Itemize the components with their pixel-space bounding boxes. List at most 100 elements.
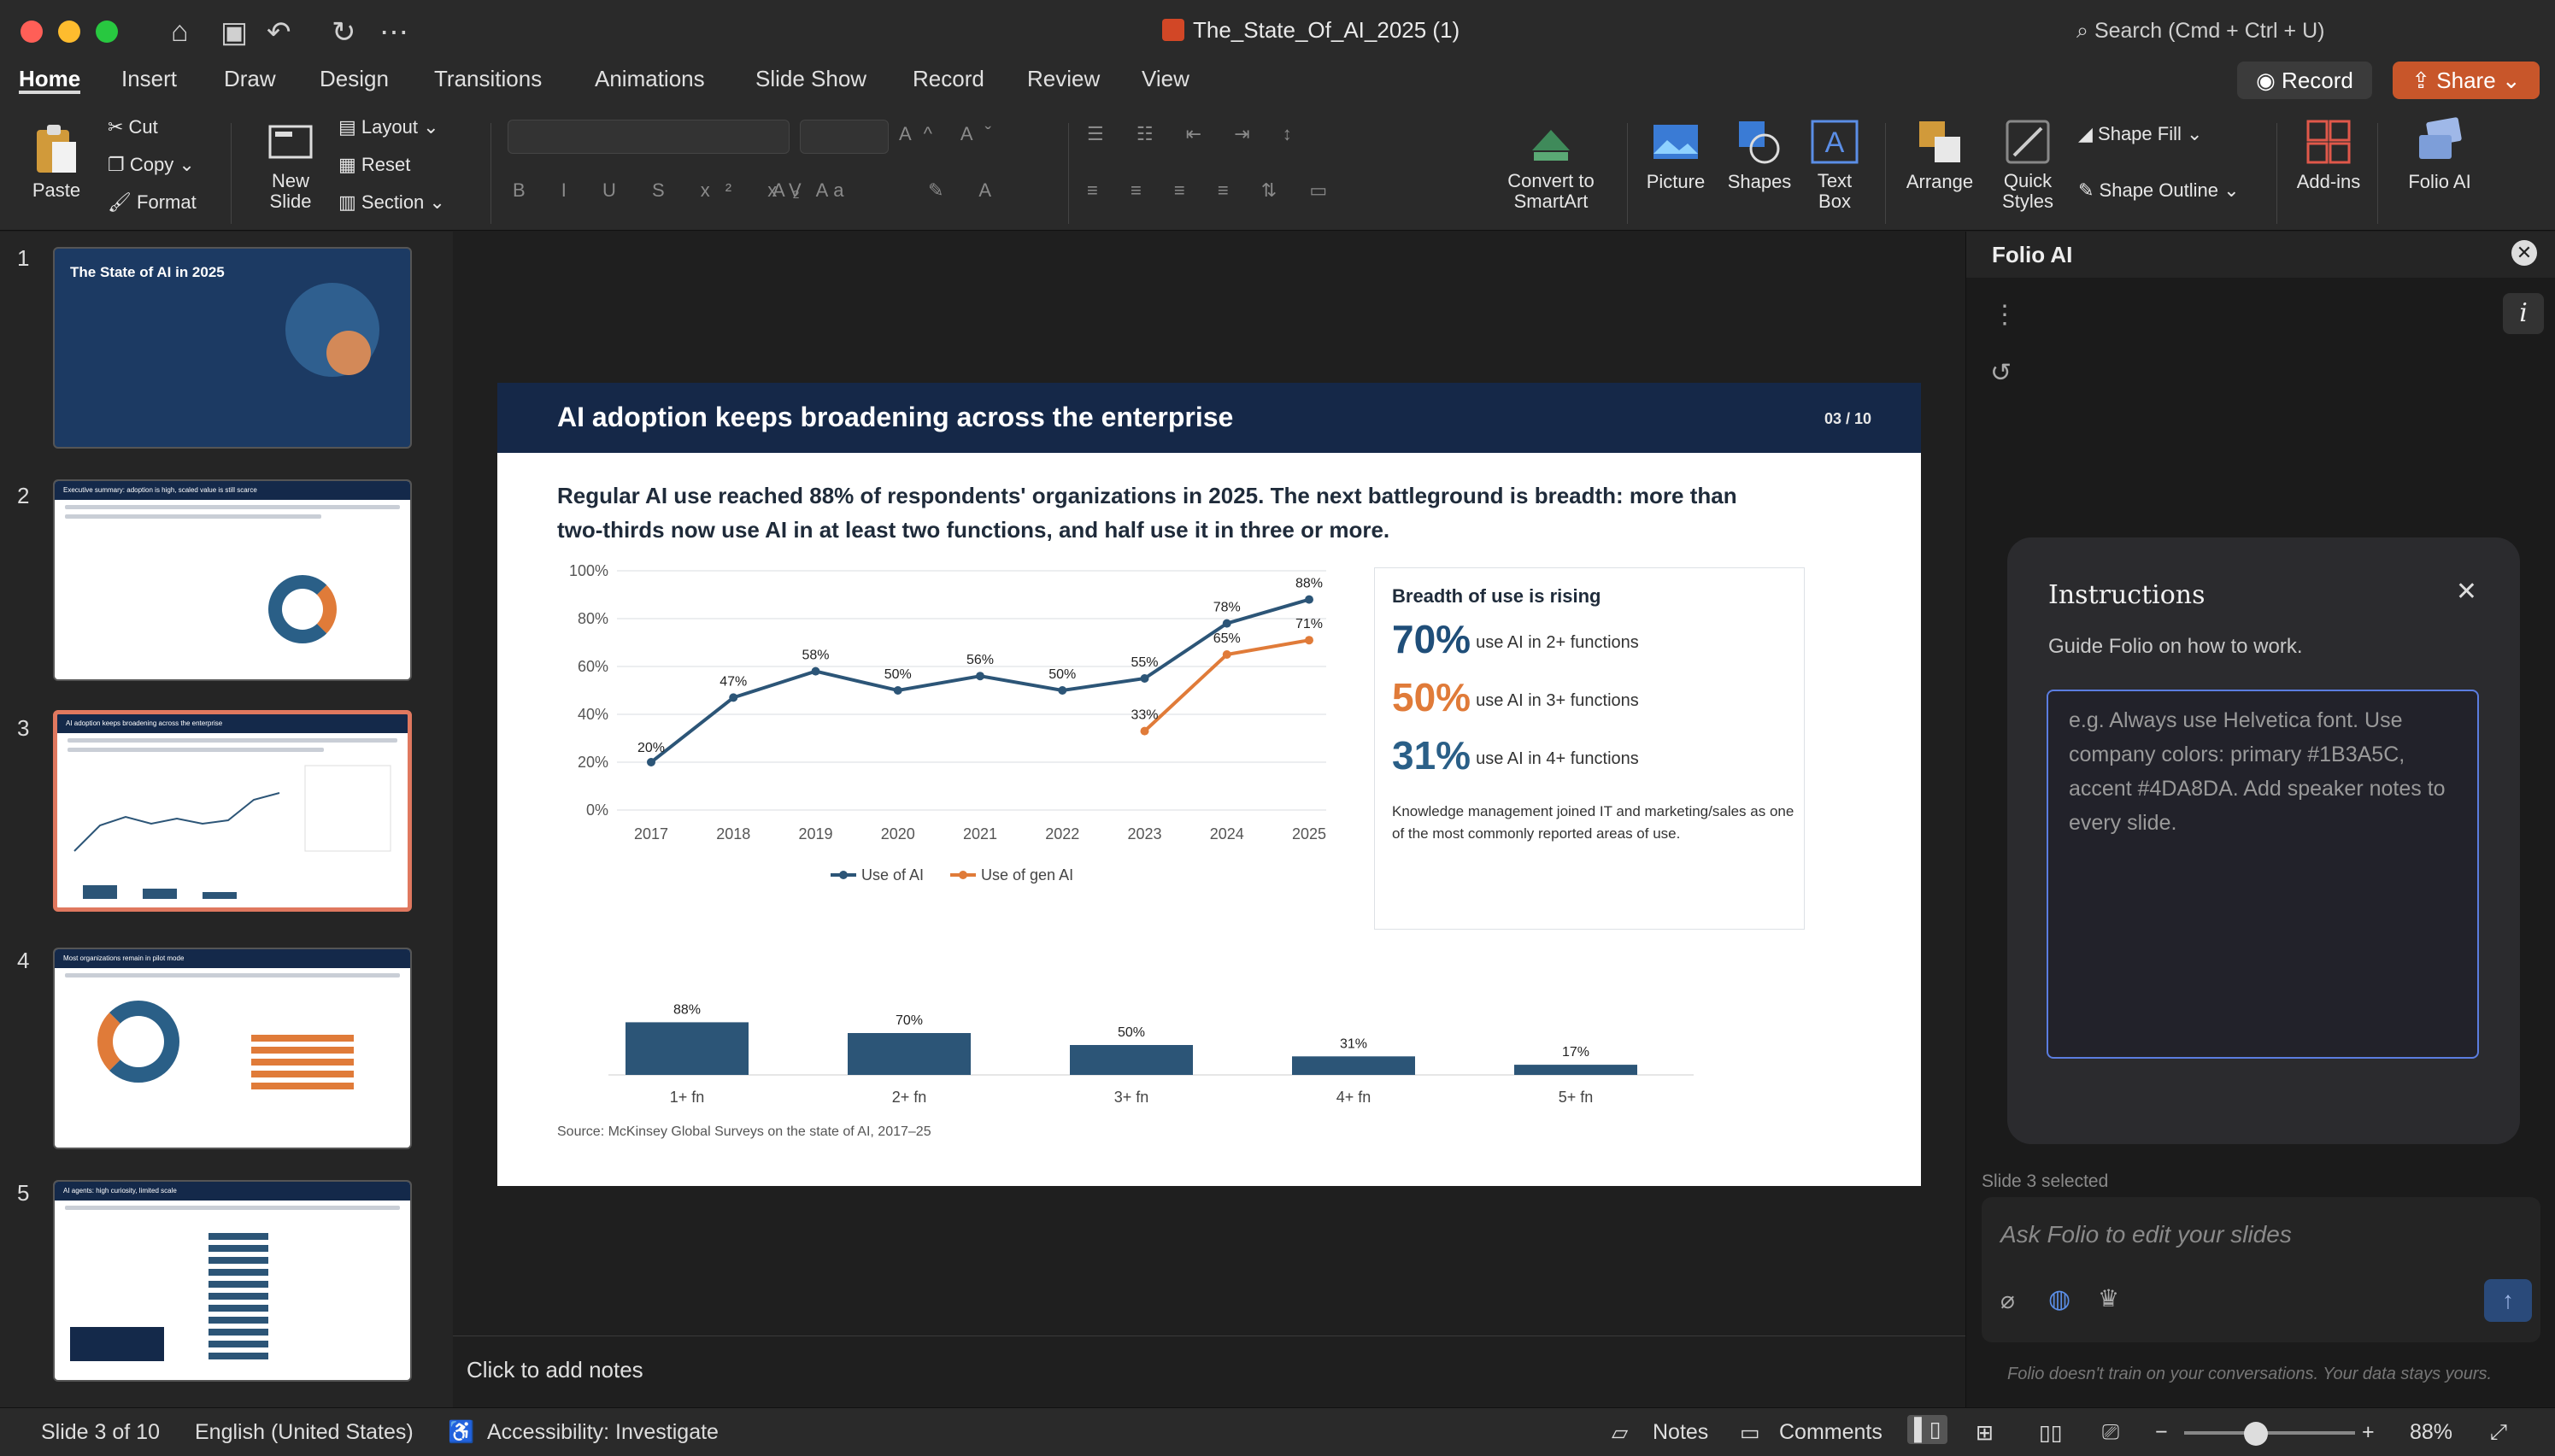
zoom-out-icon[interactable]: − <box>2155 1420 2168 1445</box>
zoom-in-icon[interactable]: + <box>2362 1420 2375 1445</box>
zoom-level[interactable]: 88% <box>2410 1420 2452 1445</box>
history-icon[interactable]: ↺ <box>1990 358 2012 388</box>
section-button[interactable]: ▥ Section ⌄ <box>338 191 445 214</box>
notes-placeholder[interactable]: Click to add notes <box>467 1357 643 1383</box>
tab-transitions[interactable]: Transitions <box>434 63 542 116</box>
arrange-button[interactable]: Arrange <box>1897 116 1982 193</box>
close-window-button[interactable] <box>21 21 43 43</box>
comments-button[interactable]: Comments <box>1779 1420 1882 1445</box>
slide-subtitle[interactable]: Regular AI use reached 88% of respondent… <box>557 478 1771 547</box>
globe-icon[interactable]: ◍ <box>2048 1284 2070 1314</box>
font-size-dropdown[interactable] <box>800 120 889 154</box>
data-label: 33% <box>1131 708 1158 723</box>
new-slide-button[interactable]: New Slide <box>248 116 333 213</box>
bar-label: 50% <box>1118 1025 1145 1040</box>
shape-outline-button[interactable]: ✎ Shape Outline ⌄ <box>2078 179 2240 202</box>
bar <box>848 1033 971 1075</box>
ask-input[interactable]: Ask Folio to edit your slides <box>2000 1221 2292 1248</box>
data-point <box>811 666 820 676</box>
addins-button[interactable]: Add-ins <box>2290 116 2367 193</box>
language-indicator[interactable]: English (United States) <box>195 1420 414 1445</box>
tab-record[interactable]: Record <box>913 63 984 116</box>
close-icon[interactable]: ✕ <box>2511 240 2537 266</box>
folio-ai-button[interactable]: Folio AI <box>2393 116 2487 193</box>
slide-thumbnail-4[interactable]: Most organizations remain in pilot mode <box>53 948 412 1149</box>
zoom-slider[interactable] <box>2184 1431 2355 1435</box>
redo-icon[interactable]: ↻ <box>332 15 356 50</box>
fit-to-window-icon[interactable]: ⤢ <box>2490 1420 2507 1445</box>
notes-button[interactable]: Notes <box>1653 1420 1708 1445</box>
tab-animations[interactable]: Animations <box>595 63 705 116</box>
zoom-slider-handle[interactable] <box>2244 1422 2268 1446</box>
bar-chart[interactable]: 88% 1+ fn 70% 2+ fn 50% 3+ fn 31% 4+ fn 17% 5+ fn <box>497 972 1694 1109</box>
format-painter-button[interactable]: 🖌 Format <box>108 191 197 214</box>
line-chart[interactable]: 0% 20% 40% 60% 80% 100% 2017 2018 2019 2020 2021 20… <box>497 554 1352 955</box>
font-format-buttons[interactable]: B I U S x² x₂ <box>513 179 815 202</box>
undo-icon[interactable]: ↶ <box>267 15 291 50</box>
picture-button[interactable]: Picture <box>1639 116 1712 193</box>
quick-styles-button[interactable]: Quick Styles <box>1989 116 2066 213</box>
document-title-text: The_State_Of_AI_2025 (1) <box>1193 17 1460 43</box>
shapes-button[interactable]: Shapes <box>1721 116 1798 193</box>
tab-design[interactable]: Design <box>320 63 389 116</box>
send-button[interactable]: ↑ <box>2484 1279 2532 1322</box>
breadth-callout[interactable]: Breadth of use is rising 70% use AI in 2+… <box>1374 567 1805 930</box>
attach-icon[interactable]: ⌀ <box>2000 1286 2015 1314</box>
font-size-buttons[interactable]: A^ Aˇ <box>899 123 1003 145</box>
paste-button[interactable]: Paste <box>21 123 92 202</box>
tab-home[interactable]: Home <box>19 63 81 94</box>
convert-smartart-button[interactable]: Convert to SmartArt <box>1487 116 1615 213</box>
tab-draw[interactable]: Draw <box>224 63 276 116</box>
list-buttons[interactable]: ☰ ☷ ⇤ ⇥ ↕ <box>1087 123 1306 145</box>
format-label: Format <box>137 191 197 213</box>
slide-title[interactable]: AI adoption keeps broadening across the … <box>557 402 1233 433</box>
tab-insert[interactable]: Insert <box>121 63 177 116</box>
minimize-window-button[interactable] <box>58 21 80 43</box>
zoom-window-button[interactable] <box>96 21 118 43</box>
layout-button[interactable]: ▤ Layout ⌄ <box>338 116 439 138</box>
crown-icon[interactable]: ♛ <box>2098 1284 2119 1312</box>
slide-thumbnail-5[interactable]: AI agents: high curiosity, limited scale <box>53 1180 412 1382</box>
copy-icon: ❐ <box>108 154 130 175</box>
data-point <box>1140 674 1149 683</box>
accessibility-status[interactable]: Accessibility: Investigate <box>487 1420 719 1445</box>
slide-thumbnail-1[interactable]: The State of AI in 2025 <box>53 247 412 449</box>
tab-review[interactable]: Review <box>1027 63 1100 116</box>
more-icon[interactable]: ⋯ <box>379 15 408 50</box>
shape-fill-button[interactable]: ◢ Shape Fill ⌄ <box>2078 123 2202 145</box>
slide-sorter-icon[interactable]: ⊞ <box>1976 1420 1994 1446</box>
tab-view[interactable]: View <box>1142 63 1189 116</box>
text-box-button[interactable]: A Text Box <box>1805 116 1865 213</box>
stat-value: 50% <box>1392 675 1471 719</box>
reset-button[interactable]: ▦ Reset <box>338 154 410 176</box>
ribbon-separator <box>2276 123 2277 224</box>
cut-button[interactable]: ✂ Cut <box>108 116 158 138</box>
slide-thumbnail-3[interactable]: AI adoption keeps broadening across the … <box>53 710 412 912</box>
highlight-color-button[interactable]: ✎ A <box>928 179 1007 202</box>
normal-view-icon[interactable]: ▌▯ <box>1907 1415 1948 1444</box>
thumbnail-line <box>65 1206 400 1210</box>
instructions-input[interactable] <box>2047 690 2479 1059</box>
tab-slide-show[interactable]: Slide Show <box>755 63 866 116</box>
more-options-icon[interactable]: ⋮ <box>1992 300 2018 330</box>
char-spacing-button[interactable]: AV Aa <box>772 179 849 202</box>
slideshow-icon[interactable]: ⎚ <box>2102 1420 2119 1445</box>
notes-pane[interactable]: Click to add notes <box>453 1336 1965 1407</box>
reading-view-icon[interactable]: ▯▯ <box>2039 1420 2063 1446</box>
record-button[interactable]: ◉ Record <box>2237 62 2372 99</box>
x-tick-label: 2020 <box>881 825 915 842</box>
bar <box>626 1022 749 1075</box>
search-field[interactable]: ⌕ Search (Cmd + Ctrl + U) <box>2076 19 2324 44</box>
save-icon[interactable]: ▣ <box>220 15 248 50</box>
home-icon[interactable]: ⌂ <box>171 15 189 49</box>
copy-button[interactable]: ❐ Copy ⌄ <box>108 154 195 176</box>
instructions-card: Instructions ✕ Guide Folio on how to wor… <box>2007 537 2520 1144</box>
share-button[interactable]: ⇪ Share ⌄ <box>2393 62 2540 99</box>
slide-thumbnail-2[interactable]: Executive summary: adoption is high, sca… <box>53 479 412 681</box>
font-name-dropdown[interactable] <box>508 120 790 154</box>
info-icon[interactable]: i <box>2503 293 2544 334</box>
align-buttons[interactable]: ≡ ≡ ≡ ≡ ⇅ ▭ <box>1087 179 1341 202</box>
close-instructions-icon[interactable]: ✕ <box>2456 577 2477 607</box>
paste-label: Paste <box>32 179 81 201</box>
slide[interactable]: AI adoption keeps broadening across the … <box>497 383 1921 1186</box>
